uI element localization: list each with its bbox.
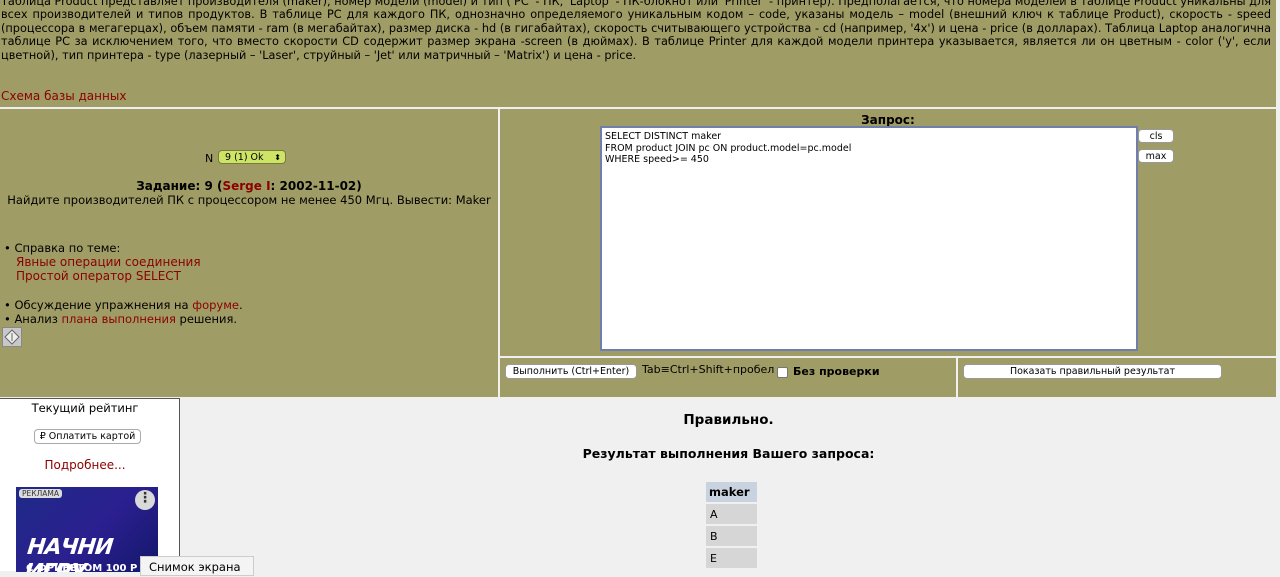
table-row: E [706,548,757,568]
no-check-checkbox[interactable] [777,367,788,378]
task-text: Найдите производителей ПК с процессором … [7,193,491,207]
query-textarea[interactable]: SELECT DISTINCT maker FROM product JOIN … [600,126,1138,351]
chevron-updown-icon: ⬍ [274,153,281,162]
tab-hint: Tab≡Ctrl+Shift+пробел [642,363,775,376]
execute-bar: Выполнить (Ctrl+Enter) Tab≡Ctrl+Shift+пр… [500,358,956,397]
cls-button[interactable]: cls [1138,129,1174,143]
analysis-prefix: • Анализ [4,312,62,326]
table-row: B [706,526,757,546]
discussion-line: • Обсуждение упражнения на форуме. [4,298,243,312]
query-panel: Запрос: SELECT DISTINCT maker FROM produ… [500,109,1276,356]
discussion-prefix: • Обсуждение упражнения на [4,298,193,312]
analysis-suffix: решения. [175,312,238,326]
task-panel: N 9 (1) Ok ⬍ Задание: 9 (Serge I: 2002-1… [0,109,498,397]
result-status: Правильно. [683,412,774,428]
task-select-value: 9 (1) Ok [225,152,264,163]
help-link-select[interactable]: Простой оператор SELECT [4,269,201,283]
author-link[interactable]: Serge I [222,179,270,193]
rating-sidebar: Текущий рейтинг ₽ Оплатить картой Подроб… [0,398,180,572]
ad-banner[interactable]: РЕКЛАМА ⋮ НАЧНИ ИГРУ С ФРИБЕТОМ 100 Р [16,487,158,572]
schema-link[interactable]: Схема базы данных [1,89,126,103]
show-correct-result-button[interactable]: Показать правильный результат [963,364,1222,379]
query-title-text: Запрос: [861,113,915,127]
task-description-panel: Таблица Product представляет производите… [0,0,1280,107]
more-link[interactable]: Подробнее... [0,458,170,472]
task-title: Задание: 9 (Serge I: 2002-11-02) [0,179,498,193]
column-header: maker [706,482,757,502]
task-title-suffix: : 2002-11-02) [270,179,362,193]
no-check-label: Без проверки [793,365,880,378]
task-number-label: N [205,152,214,165]
forum-link[interactable]: форуме [192,298,239,312]
database-description: Таблица Product представляет производите… [1,0,1271,62]
ad-tag: РЕКЛАМА [19,489,62,498]
pay-card-button[interactable]: ₽ Оплатить картой [34,429,141,444]
discussion-suffix: . [238,298,243,312]
help-section: • Справка по теме: Явные операции соедин… [4,241,201,283]
show-result-bar: Показать правильный результат [958,358,1276,397]
execute-button[interactable]: Выполнить (Ctrl+Enter) [505,364,637,379]
analysis-line: • Анализ плана выполнения решения. [4,312,237,326]
execution-plan-link[interactable]: плана выполнения [61,312,175,326]
diamond-icon[interactable] [2,327,22,347]
more-options-icon[interactable]: ⋮ [135,490,155,510]
screenshot-tooltip: Снимок экрана [140,556,254,576]
rating-title: Текущий рейтинг [31,401,139,415]
result-table: maker A B E [704,480,759,570]
max-button[interactable]: max [1138,149,1174,163]
help-link-joins[interactable]: Явные операции соединения [4,255,201,269]
result-title: Результат выполнения Вашего запроса: [582,446,875,461]
task-select[interactable]: 9 (1) Ok ⬍ [218,150,286,164]
task-title-prefix: Задание: 9 ( [136,179,223,193]
query-title: Запрос: [500,113,1276,127]
help-label: • Справка по теме: [4,241,121,255]
table-row: A [706,504,757,524]
